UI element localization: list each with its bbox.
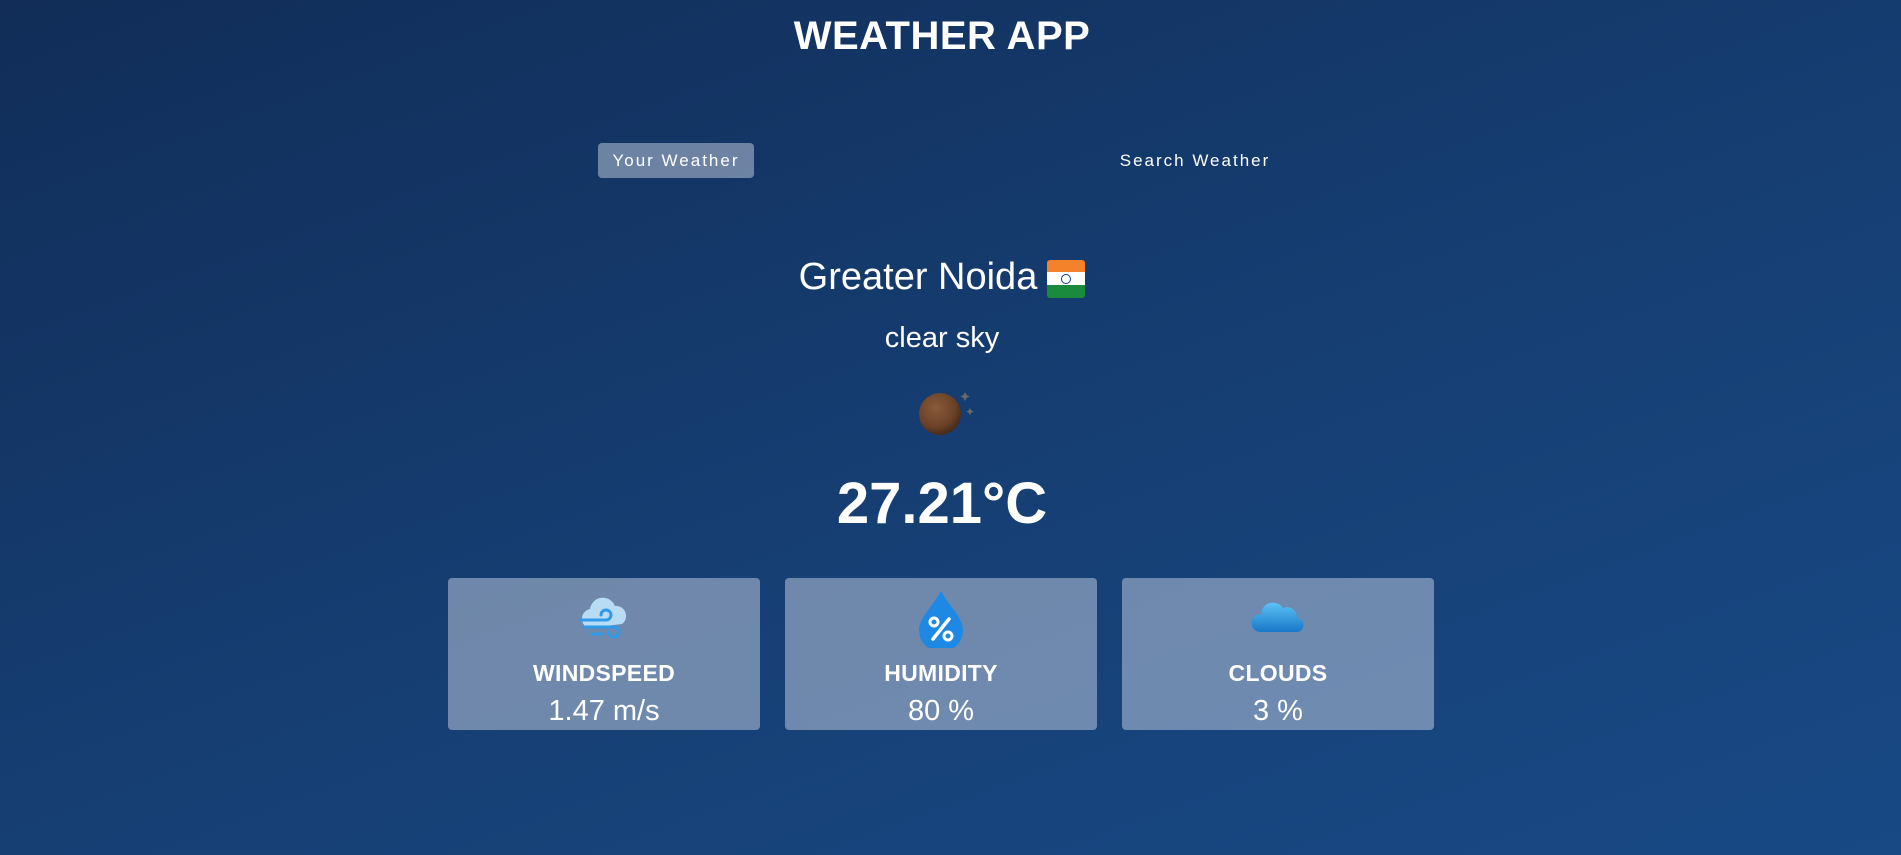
- wind-icon: [578, 597, 627, 639]
- cloud-icon: [1251, 602, 1304, 633]
- city-name: Greater Noida: [798, 256, 1038, 298]
- weather-stats: WINDSPEED 1.47 m/s HUMIDITY 80 % CLOUDS …: [448, 578, 1434, 730]
- clouds-value: 3 %: [1253, 695, 1303, 727]
- app-title: WEATHER APP: [793, 14, 1091, 58]
- india-flag-icon: [1047, 259, 1086, 298]
- weather-description: clear sky: [884, 322, 1000, 354]
- humidity-card: HUMIDITY 80 %: [785, 578, 1097, 730]
- windspeed-label: WINDSPEED: [533, 660, 675, 686]
- clear-night-icon: [919, 392, 974, 435]
- tab-your-weather[interactable]: Your Weather: [598, 143, 754, 178]
- clouds-card: CLOUDS 3 %: [1122, 578, 1434, 730]
- windspeed-value: 1.47 m/s: [548, 695, 660, 727]
- humidity-icon: [919, 591, 963, 648]
- clouds-label: CLOUDS: [1228, 660, 1328, 686]
- windspeed-card: WINDSPEED 1.47 m/s: [448, 578, 760, 730]
- temperature-value: 27.21°C: [836, 471, 1048, 536]
- humidity-label: HUMIDITY: [884, 660, 998, 686]
- location-row: Greater Noida: [0, 256, 1884, 299]
- tab-search-weather[interactable]: Search Weather: [1104, 143, 1286, 178]
- humidity-value: 80 %: [907, 695, 975, 727]
